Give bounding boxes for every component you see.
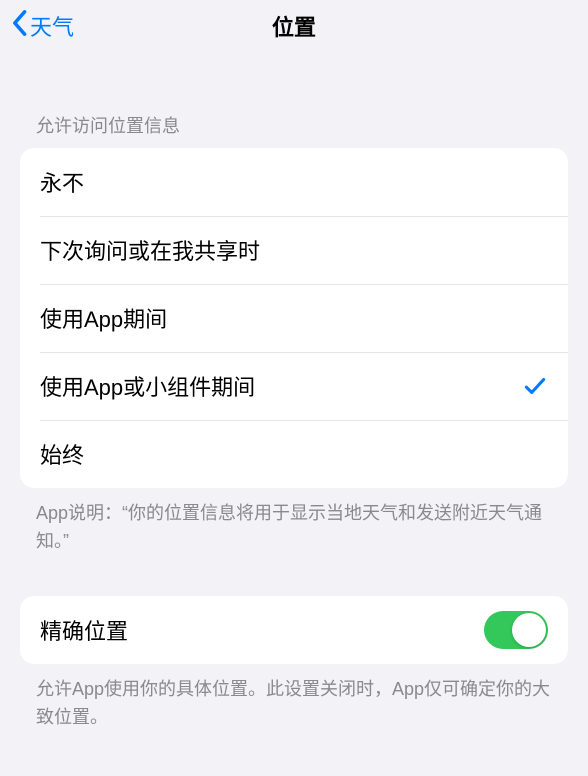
precise-location-row[interactable]: 精确位置	[20, 596, 568, 664]
option-ask-next-time[interactable]: 下次询问或在我共享时	[20, 216, 568, 284]
option-while-using-app-or-widgets[interactable]: 使用App或小组件期间	[20, 352, 568, 420]
option-never[interactable]: 永不	[20, 148, 568, 216]
toggle-knob	[512, 613, 546, 647]
precise-location-group: 精确位置	[20, 596, 568, 664]
option-always[interactable]: 始终	[20, 420, 568, 488]
option-label: 始终	[40, 438, 548, 470]
precise-location-label: 精确位置	[40, 614, 484, 646]
chevron-left-icon	[10, 9, 28, 43]
access-section-footer: App说明：“你的位置信息将用于显示当地天气和发送附近天气通知。”	[0, 488, 588, 556]
spacer	[0, 556, 588, 596]
option-while-using-app[interactable]: 使用App期间	[20, 284, 568, 352]
option-label: 使用App或小组件期间	[40, 370, 522, 402]
back-button[interactable]: 天气	[10, 9, 74, 43]
option-label: 永不	[40, 166, 548, 198]
option-label: 下次询问或在我共享时	[40, 234, 548, 266]
precise-location-toggle[interactable]	[484, 611, 548, 649]
back-label: 天气	[30, 10, 74, 42]
page-title: 位置	[0, 10, 588, 42]
checkmark-icon	[522, 373, 548, 399]
access-section-header: 允许访问位置信息	[0, 52, 588, 148]
access-options-group: 永不 下次询问或在我共享时 使用App期间 使用App或小组件期间 始终	[20, 148, 568, 488]
precise-section-footer: 允许App使用你的具体位置。此设置关闭时，App仅可确定你的大致位置。	[0, 664, 588, 732]
option-label: 使用App期间	[40, 302, 548, 334]
nav-bar: 天气 位置	[0, 0, 588, 52]
